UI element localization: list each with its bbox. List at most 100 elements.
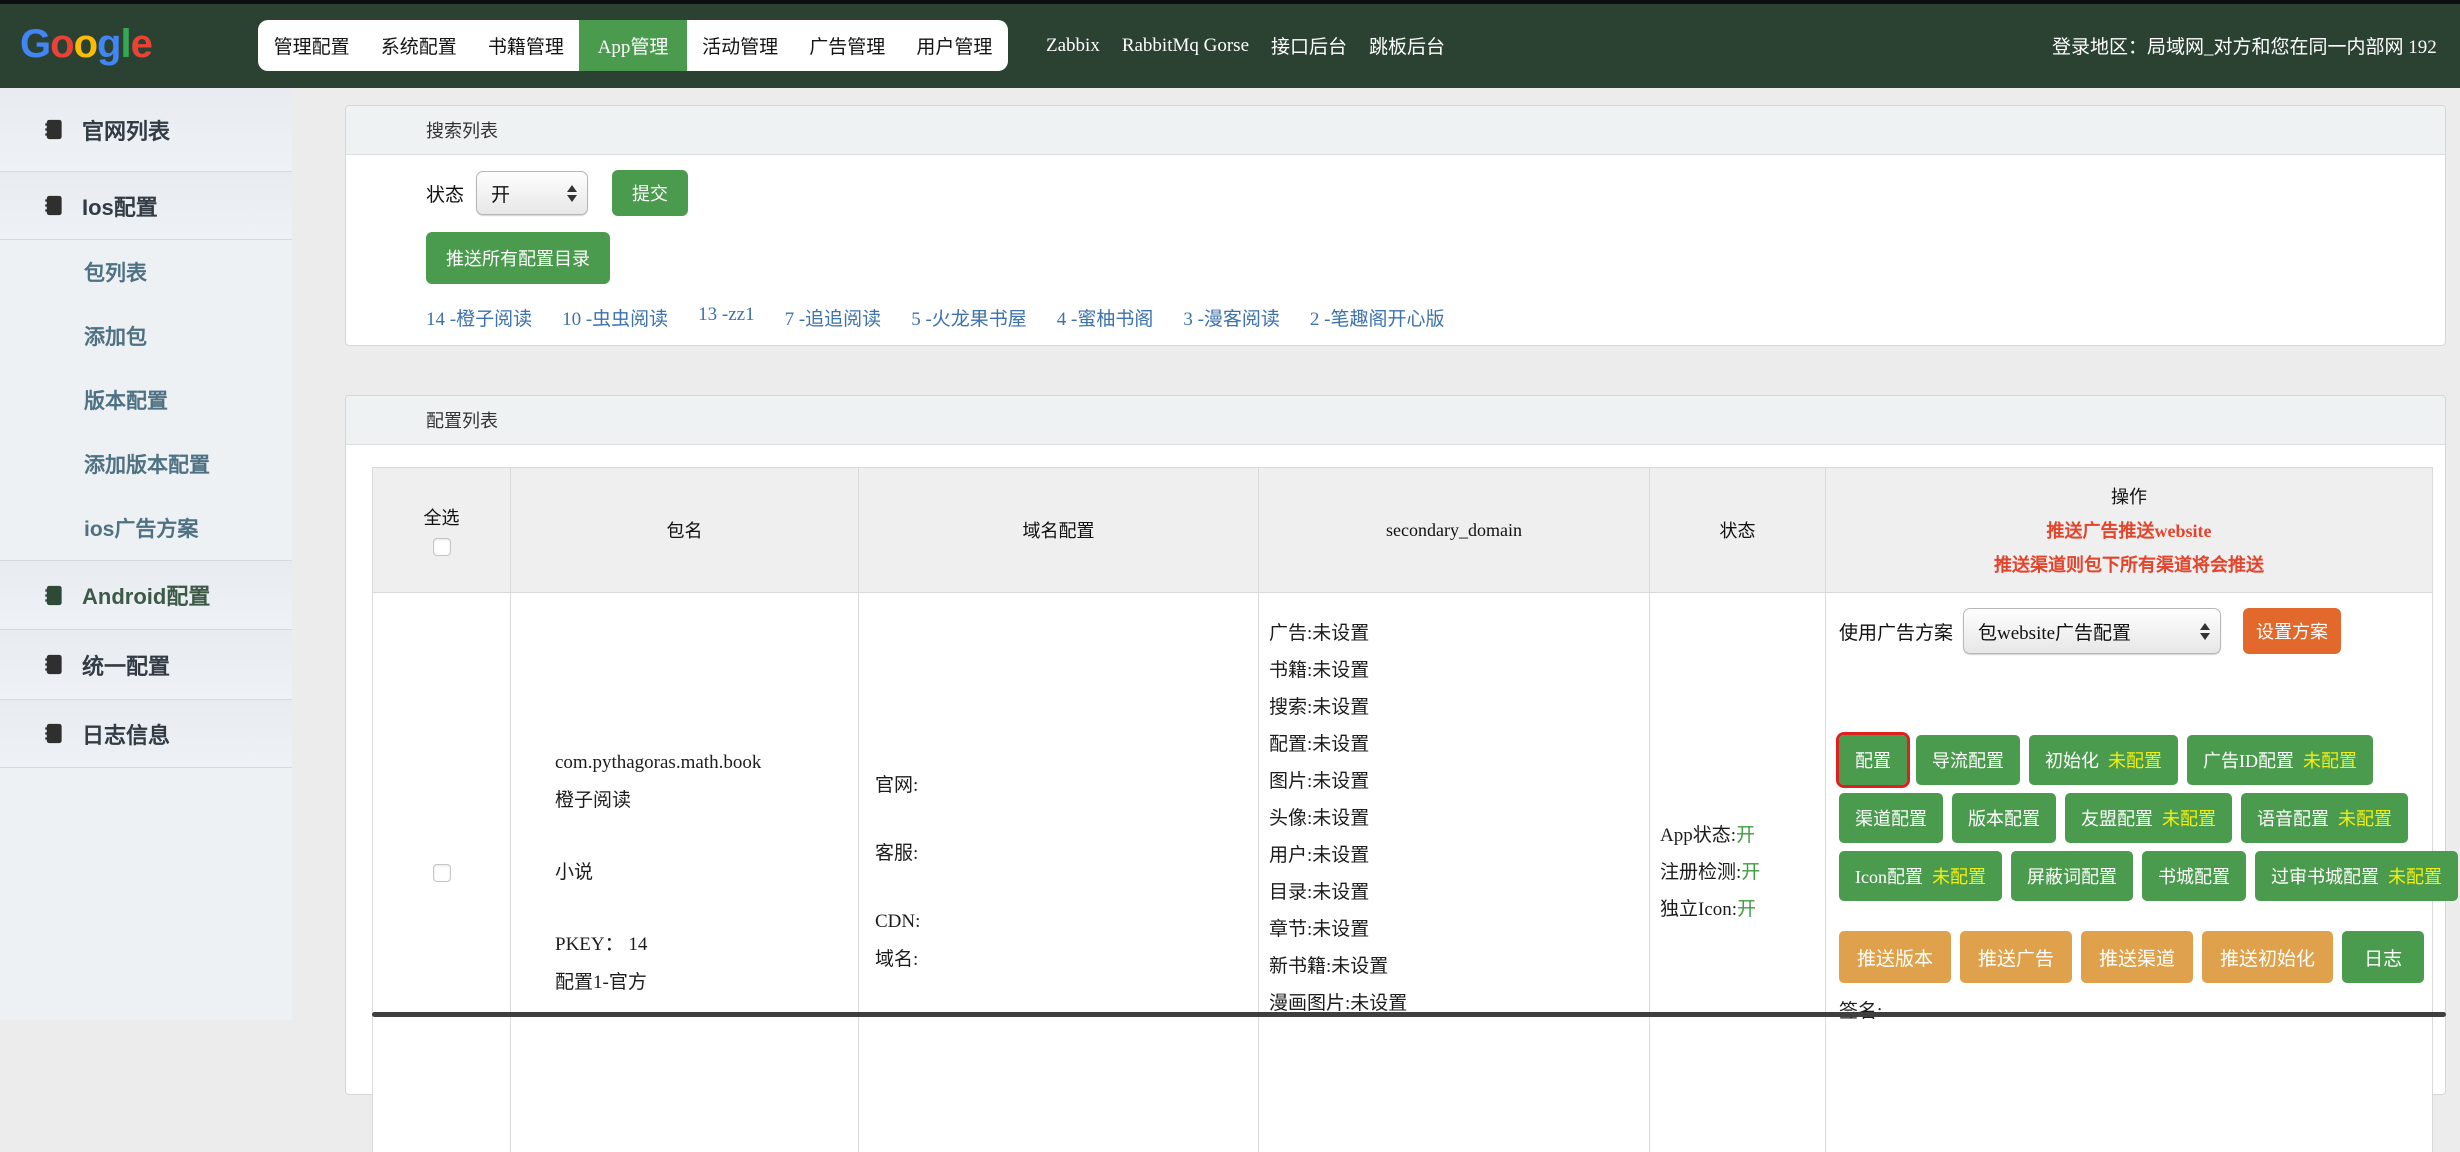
sidebar-subitem-version-config[interactable]: 版本配置 xyxy=(0,368,292,432)
link-api-backend[interactable]: 接口后台 xyxy=(1271,32,1347,59)
register-check-line: 注册检测:开 xyxy=(1660,854,1825,891)
submit-button[interactable]: 提交 xyxy=(612,170,688,216)
select-stepper-icon xyxy=(2200,623,2210,640)
logo-letter: G xyxy=(20,22,50,67)
diversion-config-button[interactable]: 导流配置 xyxy=(1916,735,2020,785)
push-ad-button[interactable]: 推送广告 xyxy=(1960,931,2072,983)
horizontal-scrollbar[interactable] xyxy=(372,1012,2446,1017)
sidebar-item-label: 统一配置 xyxy=(82,649,170,681)
domain-cell: 官网: 客服: CDN: 域名: xyxy=(858,592,1258,1152)
ad-plan-select[interactable]: 包website广告配置 xyxy=(1963,608,2221,654)
secondary-domain-header-label: secondary_domain xyxy=(1386,520,1522,541)
column-header-actions: 操作 推送广告推送website 推送渠道则包下所有渠道将会推送 xyxy=(1825,467,2433,592)
channel-config-button[interactable]: 渠道配置 xyxy=(1839,793,1943,843)
main-menu: 管理配置 系统配置 书籍管理 App管理 活动管理 广告管理 用户管理 xyxy=(258,20,1008,71)
app-status-label: App状态: xyxy=(1660,825,1736,846)
select-all-checkbox[interactable] xyxy=(433,538,451,556)
not-configured-badge: 未配置 xyxy=(2108,747,2162,773)
sidebar-ios-submenu: 包列表 添加包 版本配置 添加版本配置 ios广告方案 xyxy=(0,240,292,560)
version-config-button[interactable]: 版本配置 xyxy=(1952,793,2056,843)
column-header-select-all: 全选 xyxy=(372,467,510,592)
button-label: 初始化 xyxy=(2045,747,2099,773)
sidebar-subitem-package-list[interactable]: 包列表 xyxy=(0,240,292,304)
menu-item-activity-management[interactable]: 活动管理 xyxy=(687,20,794,71)
umeng-config-button[interactable]: 友盟配置未配置 xyxy=(2065,793,2232,843)
push-all-config-button[interactable]: 推送所有配置目录 xyxy=(426,232,610,284)
secondary-domain-line: 头像:未设置 xyxy=(1269,800,1649,837)
menu-item-system-config[interactable]: 系统配置 xyxy=(365,20,472,71)
package-link[interactable]: 3 -漫客阅读 xyxy=(1183,304,1280,331)
voice-config-button[interactable]: 语音配置未配置 xyxy=(2241,793,2408,843)
sidebar-item-site-list[interactable]: 官网列表 xyxy=(0,88,292,172)
domain-cdn: CDN: xyxy=(875,903,1258,941)
register-check-value: 开 xyxy=(1741,862,1760,883)
package-link[interactable]: 5 -火龙果书屋 xyxy=(911,304,1027,331)
package-link[interactable]: 4 -蜜柚书阁 xyxy=(1057,304,1154,331)
actions-note-push-channel: 推送渠道则包下所有渠道将会推送 xyxy=(1994,551,2264,577)
package-link[interactable]: 14 -橙子阅读 xyxy=(426,304,532,331)
sidebar-subitem-ios-ad-plan[interactable]: ios广告方案 xyxy=(0,496,292,560)
package-links-row: 14 -橙子阅读 10 -虫虫阅读 13 -zz1 7 -追追阅读 5 -火龙果… xyxy=(426,304,1445,331)
menu-item-app-management[interactable]: App管理 xyxy=(579,20,686,71)
config-panel-header: 配置列表 xyxy=(346,396,2445,445)
ad-id-config-button[interactable]: 广告ID配置未配置 xyxy=(2187,735,2373,785)
sidebar-item-ios-config[interactable]: Ios配置 xyxy=(0,172,292,240)
push-init-button[interactable]: 推送初始化 xyxy=(2202,931,2333,983)
menu-item-user-management[interactable]: 用户管理 xyxy=(901,20,1008,71)
blockword-config-button[interactable]: 屏蔽词配置 xyxy=(2011,851,2133,901)
package-link[interactable]: 10 -虫虫阅读 xyxy=(562,304,668,331)
package-link[interactable]: 13 -zz1 xyxy=(698,304,754,331)
config-table: 全选 包名 域名配置 secondary_domain 状态 操作 推送广告推送… xyxy=(372,467,2433,1152)
window-top-strip xyxy=(0,0,2460,4)
push-version-button[interactable]: 推送版本 xyxy=(1839,931,1951,983)
actions-header-label: 操作 xyxy=(2111,483,2147,509)
icon-config-button[interactable]: Icon配置未配置 xyxy=(1839,851,2002,901)
sidebar-item-android-config[interactable]: Android配置 xyxy=(0,560,292,630)
secondary-domain-line: 目录:未设置 xyxy=(1269,874,1649,911)
config-button[interactable]: 配置 xyxy=(1839,735,1907,785)
link-jump-backend[interactable]: 跳板后台 xyxy=(1369,32,1445,59)
sidebar-subitem-add-package[interactable]: 添加包 xyxy=(0,304,292,368)
push-buttons-row: 推送版本 推送广告 推送渠道 推送初始化 日志 xyxy=(1839,931,2432,983)
push-channel-button[interactable]: 推送渠道 xyxy=(2081,931,2193,983)
logo-letter: o xyxy=(50,22,73,67)
review-bookstore-config-button[interactable]: 过审书城配置未配置 xyxy=(2255,851,2458,901)
log-button[interactable]: 日志 xyxy=(2342,931,2424,983)
secondary-domain-line: 搜索:未设置 xyxy=(1269,689,1649,726)
package-app-name: 橙子阅读 xyxy=(555,782,858,820)
status-select[interactable]: 开 xyxy=(476,171,588,215)
menu-item-book-management[interactable]: 书籍管理 xyxy=(472,20,579,71)
logo-letter: o xyxy=(74,22,97,67)
set-plan-button[interactable]: 设置方案 xyxy=(2243,608,2341,654)
menu-item-ad-management[interactable]: 广告管理 xyxy=(794,20,901,71)
secondary-domain-line: 广告:未设置 xyxy=(1269,615,1649,652)
secondary-domain-line: 图片:未设置 xyxy=(1269,763,1649,800)
domain-support: 客服: xyxy=(875,835,1258,873)
logo-letter: e xyxy=(131,22,152,67)
column-header-secondary-domain: secondary_domain xyxy=(1258,467,1649,592)
config-list-panel: 配置列表 全选 包名 域名配置 secondary_domain 状态 操作 推… xyxy=(345,395,2446,1095)
search-panel-title: 搜索列表 xyxy=(426,117,498,143)
menu-item-admin-config[interactable]: 管理配置 xyxy=(258,20,365,71)
package-link[interactable]: 2 -笔趣阁开心版 xyxy=(1310,304,1445,331)
sidebar-item-log-info[interactable]: 日志信息 xyxy=(0,700,292,768)
book-icon xyxy=(42,653,65,676)
book-icon xyxy=(42,194,65,217)
link-zabbix[interactable]: Zabbix xyxy=(1046,35,1100,57)
link-rabbitmq-gorse[interactable]: RabbitMq Gorse xyxy=(1122,35,1249,57)
sidebar-item-label: 日志信息 xyxy=(82,718,170,750)
secondary-domain-line: 配置:未设置 xyxy=(1269,726,1649,763)
domain-header-label: 域名配置 xyxy=(1023,517,1095,543)
package-header-label: 包名 xyxy=(667,517,703,543)
sidebar-item-unified-config[interactable]: 统一配置 xyxy=(0,630,292,700)
sidebar-subitem-add-version-config[interactable]: 添加版本配置 xyxy=(0,432,292,496)
secondary-domain-cell: 广告:未设置 书籍:未设置 搜索:未设置 配置:未设置 图片:未设置 头像:未设… xyxy=(1258,592,1649,1152)
not-configured-badge: 未配置 xyxy=(2338,805,2392,831)
button-label: 屏蔽词配置 xyxy=(2027,863,2117,889)
secondary-domain-line: 章节:未设置 xyxy=(1269,911,1649,948)
package-link[interactable]: 7 -追追阅读 xyxy=(785,304,882,331)
sidebar-item-label: Android配置 xyxy=(82,579,210,611)
row-checkbox[interactable] xyxy=(433,864,451,882)
bookstore-config-button[interactable]: 书城配置 xyxy=(2142,851,2246,901)
init-config-button[interactable]: 初始化未配置 xyxy=(2029,735,2178,785)
